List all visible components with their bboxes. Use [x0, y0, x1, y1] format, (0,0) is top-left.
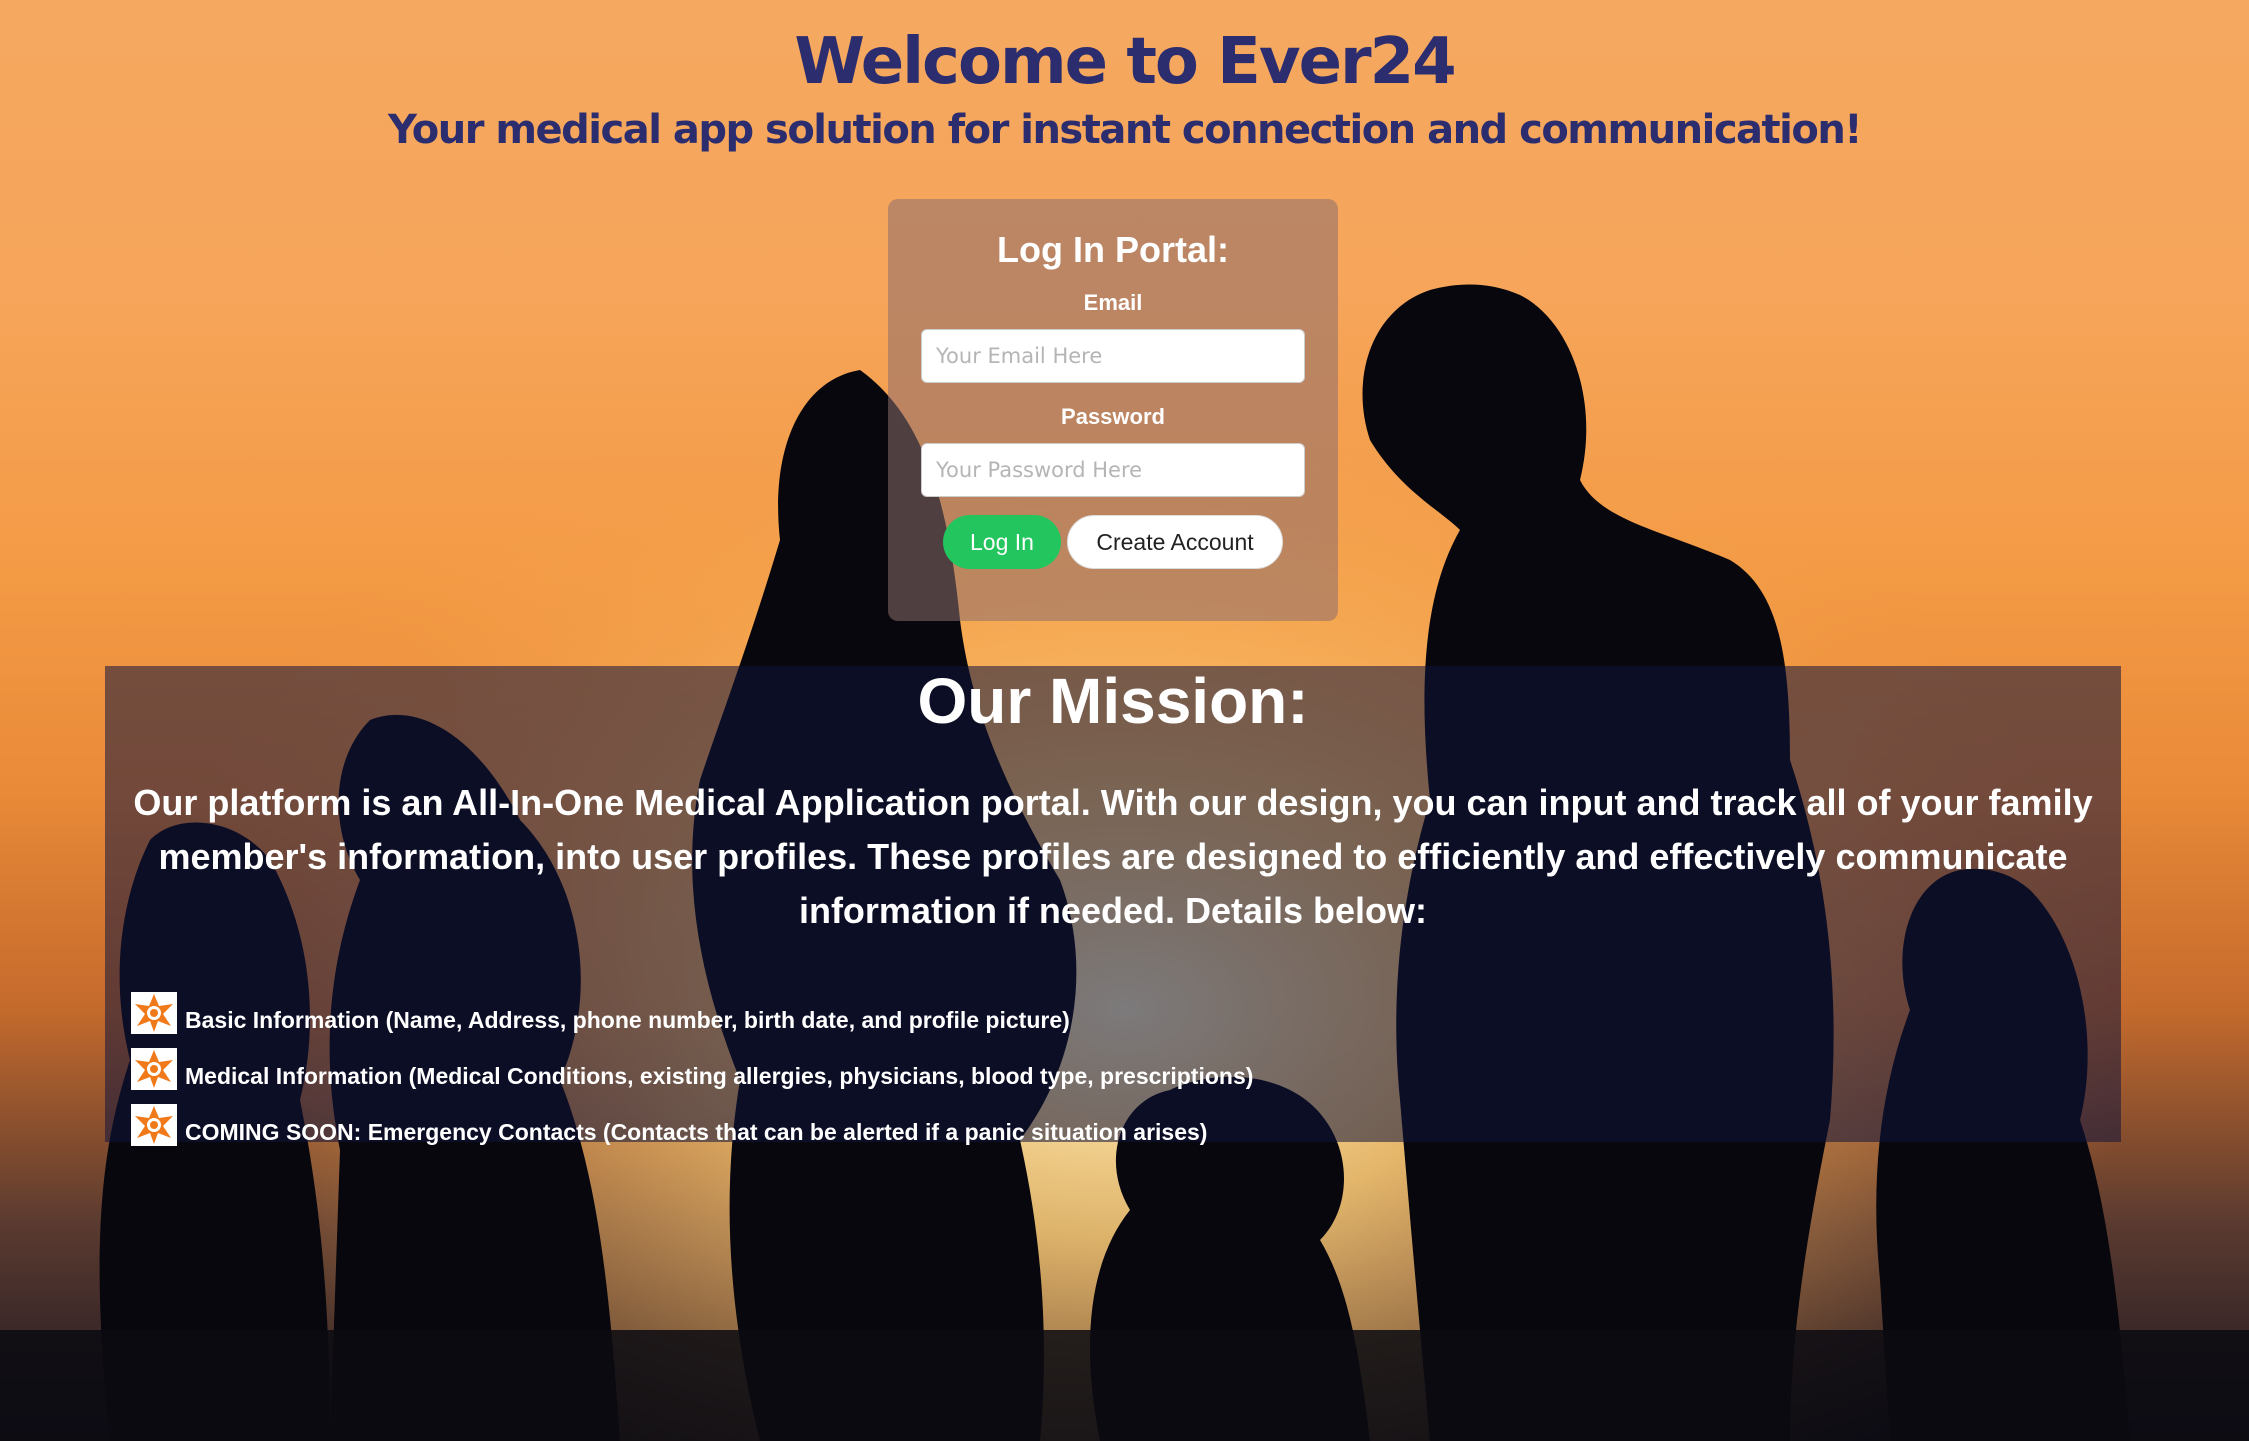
- mission-section: Our Mission: Our platform is an All-In-O…: [105, 665, 2121, 1146]
- page-subtitle: Your medical app solution for instant co…: [387, 107, 1863, 153]
- login-button-row: Log In Create Account: [888, 515, 1338, 569]
- mission-description: Our platform is an All-In-One Medical Ap…: [133, 782, 2093, 931]
- list-item: Basic Information (Name, Address, phone …: [131, 978, 2121, 1034]
- orange-star-badge-icon: [131, 1048, 177, 1090]
- password-input[interactable]: [921, 443, 1305, 497]
- feature-list: Basic Information (Name, Address, phone …: [131, 978, 2121, 1146]
- orange-star-badge-icon: [131, 992, 177, 1034]
- password-label: Password: [1061, 404, 1165, 429]
- create-account-button[interactable]: Create Account: [1067, 515, 1283, 569]
- login-portal-title: Log In Portal:: [997, 229, 1229, 270]
- feature-text: Basic Information (Name, Address, phone …: [185, 1007, 1070, 1033]
- feature-text: COMING SOON: Emergency Contacts (Contact…: [185, 1119, 1208, 1145]
- email-label: Email: [1083, 290, 1143, 315]
- feature-text: Medical Information (Medical Conditions,…: [185, 1063, 1254, 1089]
- mission-title: Our Mission:: [917, 665, 1309, 737]
- list-item: COMING SOON: Emergency Contacts (Contact…: [131, 1090, 2121, 1146]
- page-header: Welcome to Ever24 Your medical app solut…: [0, 22, 2249, 158]
- orange-star-badge-icon: [131, 1104, 177, 1146]
- list-item: Medical Information (Medical Conditions,…: [131, 1034, 2121, 1090]
- email-input[interactable]: [921, 329, 1305, 383]
- log-in-button[interactable]: Log In: [943, 515, 1061, 569]
- page-title: Welcome to Ever24: [794, 25, 1456, 99]
- login-portal: Log In Portal: Email Password Log In Cre…: [888, 199, 1338, 621]
